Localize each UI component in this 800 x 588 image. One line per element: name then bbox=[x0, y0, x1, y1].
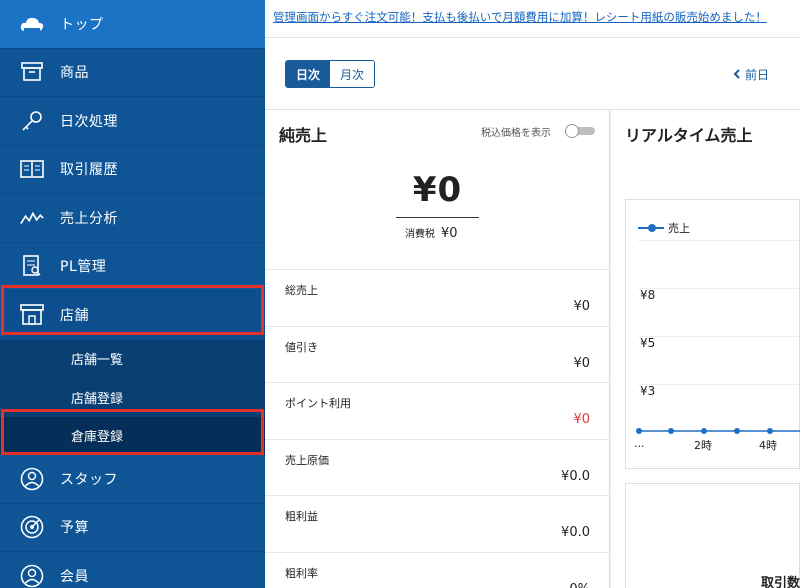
row-label: 値引き bbox=[285, 340, 318, 354]
realtime-chart: 売上 ¥8 ¥5 ¥3 ... 2時 4時 bbox=[625, 199, 800, 469]
breakdown-row: 粗利益 ¥0.0 bbox=[265, 495, 610, 552]
store-submenu: 店舗一覧 店舗登録 倉庫登録 bbox=[0, 339, 265, 455]
breakdown-row: ポイント利用 ¥0 bbox=[265, 382, 610, 439]
period-toggle: 日次 月次 bbox=[285, 60, 375, 88]
net-sales-title: 純売上 bbox=[279, 126, 328, 145]
nav-label: PL管理 bbox=[60, 259, 107, 276]
member-icon bbox=[20, 564, 44, 588]
tax-toggle-switch[interactable] bbox=[565, 124, 595, 138]
nav-item-staff[interactable]: スタッフ bbox=[0, 455, 265, 504]
nav-item-daily[interactable]: 日次処理 bbox=[0, 97, 265, 146]
nav-label: トップ bbox=[60, 16, 104, 33]
toolbar: 日次 月次 前日 bbox=[265, 38, 800, 110]
x-tick: 4時 bbox=[759, 439, 777, 452]
nav-item-top[interactable]: トップ bbox=[0, 0, 265, 49]
transactions-card: 取引数 bbox=[625, 483, 800, 588]
trend-icon bbox=[20, 206, 44, 230]
row-label: 総売上 bbox=[285, 284, 318, 297]
sub-item-store-register[interactable]: 店舗登録 bbox=[0, 378, 265, 417]
sub-item-warehouse-register[interactable]: 倉庫登録 bbox=[0, 416, 265, 455]
nav-label: 商品 bbox=[60, 65, 89, 82]
nav-label: 店舗 bbox=[60, 307, 89, 324]
nav-label: 会員 bbox=[60, 568, 89, 585]
total-underline bbox=[396, 217, 479, 218]
store-icon bbox=[20, 303, 44, 327]
cloud-icon bbox=[20, 12, 44, 36]
person-icon bbox=[20, 467, 44, 491]
nav-item-products[interactable]: 商品 bbox=[0, 49, 265, 97]
nav-label: 取引履歴 bbox=[60, 162, 118, 179]
tax-value: ¥0 bbox=[441, 226, 458, 241]
transactions-title: 取引数 bbox=[761, 576, 800, 588]
x-tick: 2時 bbox=[694, 439, 712, 452]
nav-item-member[interactable]: 会員 bbox=[0, 552, 265, 588]
prev-day-button[interactable]: 前日 bbox=[733, 66, 769, 83]
nav-label: スタッフ bbox=[60, 471, 118, 488]
net-sales-card: 純売上 税込価格を表示 ¥0 消費税 ¥0 総売上 ¥0 値引き ¥0 ポイント利用 ¥… bbox=[265, 110, 610, 588]
row-label: 粗利率 bbox=[285, 566, 318, 580]
prev-day-label: 前日 bbox=[745, 68, 770, 82]
realtime-sales-card: リアルタイム売上 売上 ¥8 ¥5 ¥3 ... 2時 4時 取引数 bbox=[611, 110, 800, 588]
row-value: ¥0 bbox=[573, 299, 590, 314]
main-area: 管理画面からすぐ注文可能！支払も後払いで月額費用に加算！レシート用紙の販売始めま… bbox=[265, 0, 800, 588]
nav-label: 予算 bbox=[60, 520, 89, 537]
daily-tab[interactable]: 日次 bbox=[286, 61, 330, 87]
chart-series-line bbox=[636, 428, 800, 434]
consumption-tax: 消費税 ¥0 bbox=[405, 225, 458, 241]
breakdown-row: 値引き ¥0 bbox=[265, 325, 610, 383]
sub-item-store-list[interactable]: 店舗一覧 bbox=[0, 340, 265, 379]
chevron-left-icon bbox=[733, 68, 740, 82]
announcement-banner[interactable]: 管理画面からすぐ注文可能！支払も後払いで月額費用に加算！レシート用紙の販売始めま… bbox=[265, 0, 800, 38]
nav-item-pl[interactable]: PL管理 bbox=[0, 243, 265, 291]
net-sales-total: ¥0 bbox=[412, 170, 463, 210]
nav-item-history[interactable]: 取引履歴 bbox=[0, 146, 265, 194]
key-icon bbox=[20, 109, 44, 133]
breakdown-row: 粗利率 0% bbox=[265, 551, 610, 588]
nav-item-analysis[interactable]: 売上分析 bbox=[0, 194, 265, 243]
nav-label: 日次処理 bbox=[60, 113, 118, 130]
row-value: ¥0.0 bbox=[561, 468, 590, 484]
sidebar: トップ 商品 日次処理 取引履歴 売上分析 PL管理 店舗 店舗一覧 店舗登録 … bbox=[0, 0, 265, 588]
x-tick: ... bbox=[634, 437, 645, 450]
nav-label: 売上分析 bbox=[60, 210, 118, 227]
sales-breakdown: 総売上 ¥0 値引き ¥0 ポイント利用 ¥0 売上原価 ¥0.0 粗利益 ¥0.0 粗利… bbox=[265, 269, 610, 588]
book-icon bbox=[20, 157, 44, 181]
toggle-knob bbox=[565, 124, 579, 138]
breakdown-row: 売上原価 ¥0.0 bbox=[265, 438, 610, 496]
nav-item-store[interactable]: 店舗 bbox=[0, 291, 265, 340]
row-value: ¥0 bbox=[573, 412, 590, 427]
target-icon bbox=[20, 515, 44, 539]
nav-item-budget[interactable]: 予算 bbox=[0, 504, 265, 552]
row-label: 粗利益 bbox=[285, 510, 318, 523]
row-label: ポイント利用 bbox=[285, 397, 351, 410]
box-icon bbox=[20, 60, 44, 84]
monthly-tab[interactable]: 月次 bbox=[330, 61, 374, 87]
report-icon bbox=[20, 254, 44, 278]
tax-toggle-label: 税込価格を表示 bbox=[481, 128, 551, 139]
row-value: ¥0.0 bbox=[561, 525, 590, 540]
row-value: ¥0 bbox=[573, 355, 590, 371]
row-label: 売上原価 bbox=[285, 453, 329, 467]
tax-label: 消費税 bbox=[405, 229, 435, 240]
realtime-sales-title: リアルタイム売上 bbox=[625, 126, 753, 145]
row-value: 0% bbox=[569, 582, 590, 588]
breakdown-row: 総売上 ¥0 bbox=[265, 269, 610, 326]
